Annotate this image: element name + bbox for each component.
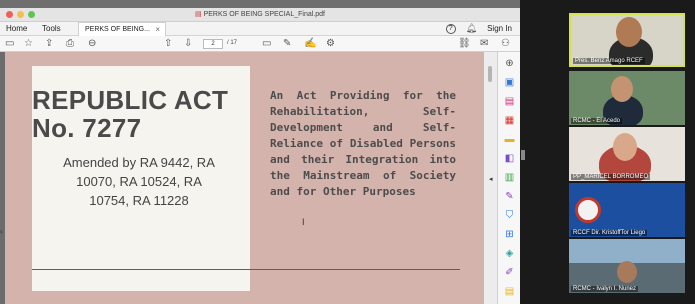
- document-viewer[interactable]: REPUBLIC ACT No. 7277 Amended by RA 9442…: [0, 52, 497, 304]
- participant-name: RCMC - El Acedo: [571, 118, 623, 124]
- document-tab-label: PERKS OF BEING...: [85, 26, 150, 33]
- window-title: ▤ PERKS OF BEING SPECIAL_Final.pdf: [195, 11, 325, 18]
- stamp-tool-icon[interactable]: ✐: [503, 267, 516, 278]
- title-bar: ▤ PERKS OF BEING SPECIAL_Final.pdf: [0, 8, 520, 22]
- mail-icon[interactable]: ✉: [480, 38, 488, 49]
- close-tab-icon[interactable]: ×: [155, 25, 160, 34]
- send-for-review-icon[interactable]: ◧: [503, 153, 516, 164]
- text-cursor-icon: I: [302, 217, 305, 227]
- link-icon[interactable]: ⛓: [458, 38, 471, 49]
- scrollbar-thumb[interactable]: [488, 66, 492, 82]
- bookmark-star-icon[interactable]: ☆: [24, 38, 33, 49]
- participant-tile[interactable]: Pres. Benz Amago RCEF: [569, 13, 685, 67]
- toolbar: ▭ ☆ ⇪ ⎙ ⊖ ⇧ ⇩ 2 / 17 ▭ ✎ ✍ ⚙ ⛓ ✉ ⚇: [0, 36, 520, 52]
- page-number-input[interactable]: 2: [203, 39, 223, 49]
- zoom-out-icon[interactable]: ⊖: [88, 38, 96, 49]
- participant-name: Pres. Benz Amago RCEF: [573, 58, 645, 64]
- participant-face: [611, 76, 633, 102]
- act-title: REPUBLIC ACT No. 7277: [32, 85, 229, 143]
- pdf-viewer-window: ▤ PERKS OF BEING SPECIAL_Final.pdf Home …: [0, 0, 520, 304]
- participant-name: PP_MARICEL BORROMEO: [571, 174, 651, 180]
- export-pdf-icon[interactable]: ▦: [503, 115, 516, 126]
- create-pdf-icon[interactable]: ▣: [503, 77, 516, 88]
- comment-icon[interactable]: ▭: [262, 38, 271, 49]
- participant-name: RCMC - Ivalyn I. Nunez: [571, 286, 639, 292]
- participant-name: RCCF Dir. KristoffTor Liego: [571, 230, 648, 236]
- participant-face: [616, 17, 642, 47]
- video-gallery: Pres. Benz Amago RCEF RCMC - El Acedo PP…: [520, 0, 695, 304]
- rotary-logo: [575, 197, 601, 223]
- expand-panel-icon[interactable]: ◂: [489, 175, 493, 183]
- page-total: / 17: [227, 40, 238, 46]
- organize-pages-icon[interactable]: ▤: [503, 96, 516, 107]
- sign-icon[interactable]: ✍: [304, 38, 316, 49]
- menu-home[interactable]: Home: [6, 24, 27, 33]
- protect-icon[interactable]: ⛉: [503, 210, 516, 221]
- participant-tile[interactable]: RCMC - El Acedo: [569, 71, 685, 125]
- print-icon[interactable]: ⎙: [66, 38, 74, 49]
- zoom-in-icon[interactable]: ⊕: [503, 58, 516, 69]
- divider-line: [32, 269, 460, 270]
- pdf-file-icon: ▤: [195, 11, 202, 18]
- sign-in-button[interactable]: Sign In: [487, 24, 512, 33]
- participant-tile[interactable]: RCMC - Ivalyn I. Nunez: [569, 239, 685, 293]
- participant-tile[interactable]: PP_MARICEL BORROMEO: [569, 127, 685, 181]
- amended-by-text: Amended by RA 9442, RA 10070, RA 10524, …: [63, 155, 215, 208]
- more-tools-icon[interactable]: ▤: [503, 286, 516, 297]
- document-tab[interactable]: PERKS OF BEING... ×: [78, 22, 166, 36]
- edit-pdf-icon[interactable]: ▥: [503, 172, 516, 183]
- pen-icon[interactable]: ✎: [283, 38, 291, 49]
- participant-tile[interactable]: RCCF Dir. KristoffTor Liego: [569, 183, 685, 237]
- upload-icon[interactable]: ⇪: [45, 38, 53, 49]
- compress-icon[interactable]: ◈: [503, 248, 516, 259]
- scan-icon[interactable]: ⊞: [503, 229, 516, 240]
- fill-sign-icon[interactable]: ✎: [503, 191, 516, 202]
- act-description: An Act Providing for the Rehabilitation,…: [270, 89, 456, 198]
- pdf-page: REPUBLIC ACT No. 7277 Amended by RA 9442…: [5, 52, 485, 304]
- menu-bar: Home Tools PERKS OF BEING... × ? 🔔︎ Sign…: [0, 22, 520, 36]
- tools-rail: ⊕ ▣ ▤ ▦ ▬ ◧ ▥ ✎ ⛉ ⊞ ◈ ✐ ▤: [497, 52, 520, 304]
- comment-tool-icon[interactable]: ▬: [503, 134, 516, 145]
- save-icon[interactable]: ▭: [5, 38, 14, 49]
- menu-tools[interactable]: Tools: [42, 24, 61, 33]
- help-icon[interactable]: ?: [445, 23, 456, 34]
- menu-right-group: ? 🔔︎ Sign In: [445, 23, 512, 34]
- page-down-icon[interactable]: ⇩: [184, 38, 192, 49]
- share-user-icon[interactable]: ⚇: [501, 38, 510, 49]
- stamp-icon[interactable]: ⚙: [326, 38, 335, 49]
- collapse-left-icon[interactable]: ‹: [0, 227, 3, 236]
- participant-face: [617, 261, 637, 283]
- gallery-resize-handle[interactable]: [521, 150, 525, 160]
- bell-icon[interactable]: 🔔︎: [466, 23, 477, 34]
- page-up-icon[interactable]: ⇧: [164, 38, 172, 49]
- participant-face: [613, 133, 637, 161]
